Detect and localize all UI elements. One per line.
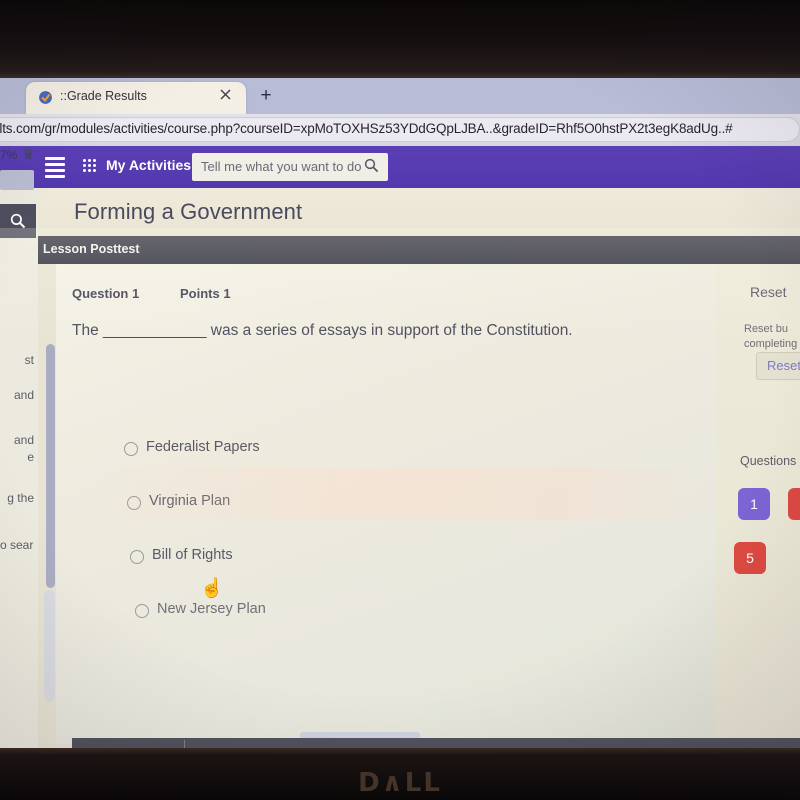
screen-bezel-top	[0, 0, 800, 78]
answer-option-label: New Jersey Plan	[157, 601, 266, 617]
question-nav-button[interactable]	[788, 488, 800, 520]
browser-tab-strip: close-icon ::Grade Results +	[0, 78, 800, 114]
question-card: Question 1 Points 1 The ____________ was…	[56, 264, 800, 744]
question-points: Points 1	[180, 286, 231, 301]
rail-cut-text: o search	[0, 538, 34, 552]
question-number: Question 1	[72, 286, 140, 301]
grade-results-favicon	[38, 90, 53, 105]
progress-bar	[0, 170, 34, 190]
rail-cut-text: and	[13, 433, 34, 447]
rail-cut-text: e	[27, 450, 34, 464]
search-icon	[10, 213, 26, 229]
search-icon[interactable]	[364, 158, 379, 173]
search-placeholder: Tell me what you want to do	[201, 159, 362, 174]
laptop-photo: close-icon ::Grade Results + ults.com/gr…	[0, 0, 800, 800]
dell-brand-logo: D∧LL	[358, 768, 442, 798]
web-page: My Activities Tell me what you want to d…	[0, 146, 800, 748]
radio-button-icon[interactable]	[135, 604, 149, 618]
answer-option-label: Federalist Papers	[146, 439, 260, 455]
question-nav-button[interactable]: 1	[738, 488, 770, 520]
reset-heading: Reset	[750, 284, 787, 300]
trophy-icon: ♛	[22, 146, 35, 162]
divider	[184, 740, 185, 748]
browser-tab-title: ::Grade Results	[60, 89, 147, 103]
vertical-scrollbar-thumb[interactable]	[46, 344, 55, 588]
question-prompt: The ____________ was a series of essays …	[72, 322, 573, 339]
rail-search-button[interactable]	[0, 204, 36, 238]
section-bar: Lesson Posttest	[38, 236, 800, 264]
media-navigation-bar: « Previous 00:00 / 00:00 Set	[72, 738, 800, 748]
close-icon[interactable]	[218, 89, 232, 103]
course-title-band: Forming a Government	[38, 188, 800, 236]
rail-cut-text: st	[24, 353, 34, 367]
answer-option-label: Virginia Plan	[149, 493, 231, 509]
mouse-cursor-icon: ☝	[200, 578, 224, 599]
my-activities-label[interactable]: My Activities	[106, 157, 191, 173]
reset-button-label: Reset	[767, 358, 800, 373]
rail-cut-text: g the	[7, 491, 34, 505]
right-side-panel: Reset Reset bu completing Reset Question…	[716, 264, 800, 744]
rail-cut-text: and	[13, 388, 34, 402]
browser-tab[interactable]: ::Grade Results	[26, 82, 246, 114]
app-header-bar: My Activities Tell me what you want to d…	[0, 146, 800, 188]
left-nav-rail: 7% ♛ st and and e g the o search	[0, 146, 38, 748]
radio-button-icon[interactable]	[127, 496, 141, 510]
new-tab-button[interactable]: +	[256, 86, 276, 106]
laptop-screen: close-icon ::Grade Results + ults.com/gr…	[0, 78, 800, 748]
page-title: Forming a Government	[74, 199, 303, 224]
reset-button[interactable]: Reset	[756, 352, 800, 380]
section-label: Lesson Posttest	[43, 242, 140, 256]
address-bar-url: ults.com/gr/modules/activities/course.ph…	[0, 121, 733, 136]
reset-description: Reset bu completing	[744, 323, 798, 350]
vertical-scrollbar-track[interactable]	[44, 590, 55, 702]
browser-toolbar: ults.com/gr/modules/activities/course.ph…	[0, 114, 800, 146]
answer-option-label: Bill of Rights	[152, 547, 233, 563]
question-nav-button[interactable]: 5	[734, 542, 766, 574]
radio-button-icon[interactable]	[124, 442, 138, 456]
address-bar[interactable]: ults.com/gr/modules/activities/course.ph…	[0, 117, 800, 142]
search-input[interactable]: Tell me what you want to do	[192, 153, 388, 181]
radio-button-icon[interactable]	[130, 550, 144, 564]
questions-heading: Questions	[740, 454, 797, 468]
hamburger-icon[interactable]	[45, 157, 65, 178]
apps-grid-icon[interactable]	[82, 158, 100, 176]
close-icon[interactable]: close-icon	[4, 88, 20, 104]
